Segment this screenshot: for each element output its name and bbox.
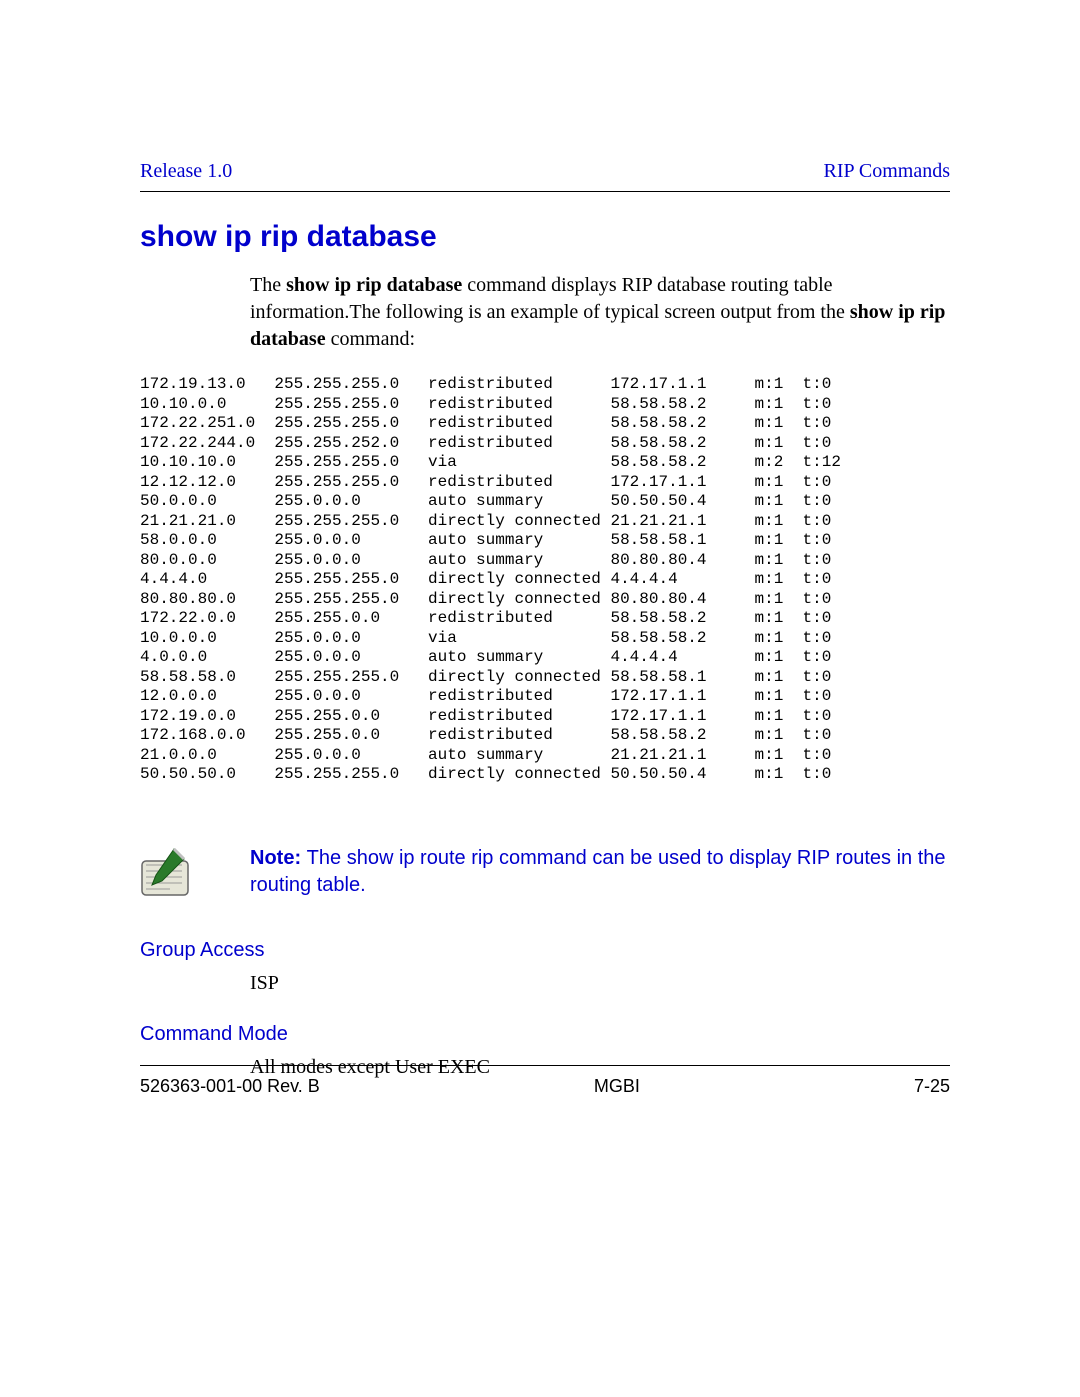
note-block: Note: The show ip route rip command can …	[140, 845, 950, 899]
command-title: show ip rip database	[140, 220, 950, 254]
section-label: RIP Commands	[824, 160, 951, 183]
footer-left: 526363-001-00 Rev. B	[140, 1076, 320, 1097]
release-label: Release 1.0	[140, 160, 232, 183]
intro-suffix: command:	[326, 328, 415, 350]
note-label: Note:	[250, 847, 307, 869]
intro-paragraph: The show ip rip database command display…	[250, 272, 950, 353]
intro-prefix: The	[250, 274, 286, 296]
page: Release 1.0 RIP Commands show ip rip dat…	[0, 0, 1080, 1079]
intro-cmd1: show ip rip database	[286, 274, 462, 296]
footer-right: 7-25	[914, 1076, 950, 1097]
command-mode-label: Command Mode	[140, 1023, 950, 1046]
group-access-value: ISP	[250, 972, 950, 995]
note-icon	[140, 845, 194, 899]
footer-center: MGBI	[594, 1076, 640, 1097]
page-footer: 526363-001-00 Rev. B MGBI 7-25	[140, 1065, 950, 1097]
note-text: Note: The show ip route rip command can …	[250, 845, 950, 899]
page-header: Release 1.0 RIP Commands	[140, 160, 950, 192]
routing-table-output: 172.19.13.0 255.255.255.0 redistributed …	[140, 375, 950, 785]
group-access-label: Group Access	[140, 939, 950, 962]
note-body: The show ip route rip command can be use…	[250, 847, 946, 896]
